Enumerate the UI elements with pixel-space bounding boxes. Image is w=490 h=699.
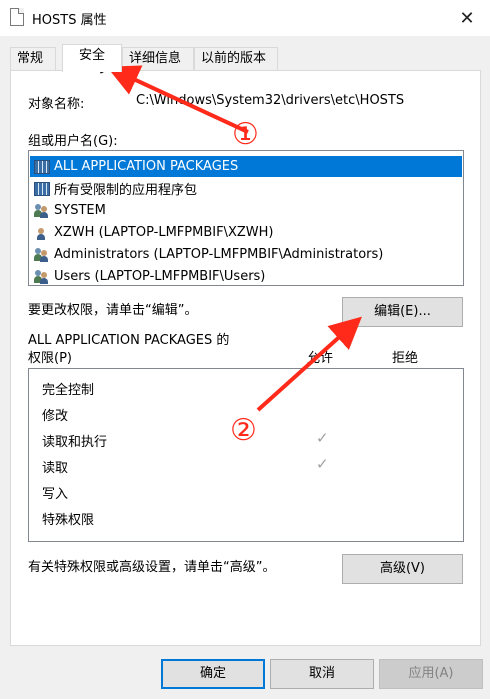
- permissions-title: ALL APPLICATION PACKAGES 的: [28, 333, 230, 348]
- list-item-label: Administrators (LAPTOP-LMFPMBIF\Administ…: [54, 247, 384, 262]
- window-title: HOSTS 属性: [32, 13, 107, 28]
- group-users-label: 组或用户名(G):: [28, 134, 118, 149]
- change-permissions-hint: 要更改权限，请单击“编辑”。: [28, 303, 198, 318]
- tab-general[interactable]: 常规: [10, 47, 56, 71]
- tab-previous-versions[interactable]: 以前的版本: [194, 47, 278, 71]
- tab-details[interactable]: 详细信息: [122, 47, 194, 71]
- edit-button[interactable]: 编辑(E)...: [342, 297, 463, 327]
- list-item[interactable]: ALL APPLICATION PACKAGES: [30, 156, 462, 177]
- file-icon: [10, 8, 24, 26]
- tab-security[interactable]: 安全: [62, 44, 122, 72]
- package-icon: [34, 159, 50, 174]
- permission-row: 特殊权限: [29, 505, 463, 531]
- list-item[interactable]: Users (LAPTOP-LMFPMBIF\Users): [30, 266, 462, 285]
- users-listbox[interactable]: ALL APPLICATION PACKAGES 所有受限制的应用程序包 SYS…: [28, 150, 464, 286]
- permission-name: 修改: [42, 409, 69, 424]
- permissions-list: 完全控制 修改 读取和执行 ✓ 读取 ✓ 写入 特殊权限: [28, 368, 464, 542]
- close-icon: ✕: [459, 7, 475, 29]
- allow-check-icon: ✓: [316, 455, 329, 473]
- ok-button[interactable]: 确定: [161, 659, 265, 689]
- users-icon: [34, 203, 50, 218]
- list-item-label: XZWH (LAPTOP-LMFPMBIF\XZWH): [54, 225, 274, 240]
- apply-button[interactable]: 应用(A): [379, 659, 483, 689]
- package-icon: [34, 181, 50, 196]
- users-icon: [34, 247, 50, 262]
- list-item[interactable]: 所有受限制的应用程序包: [30, 178, 462, 199]
- permission-name: 完全控制: [42, 383, 95, 398]
- list-item[interactable]: SYSTEM: [30, 200, 462, 221]
- cancel-button[interactable]: 取消: [270, 659, 374, 689]
- permission-row: 读取 ✓: [29, 453, 463, 479]
- user-icon: [34, 226, 50, 240]
- title-bar: HOSTS 属性 ✕: [0, 0, 490, 36]
- permission-row: 读取和执行 ✓: [29, 427, 463, 453]
- permission-name: 读取: [42, 461, 69, 476]
- permission-name: 写入: [42, 487, 69, 502]
- users-icon: [34, 269, 50, 284]
- list-item-label: SYSTEM: [54, 203, 106, 218]
- close-button[interactable]: ✕: [444, 0, 490, 36]
- permission-name: 特殊权限: [42, 513, 95, 528]
- deny-column-header: 拒绝: [392, 351, 419, 366]
- permission-row: 修改: [29, 401, 463, 427]
- object-name-label: 对象名称:: [28, 97, 85, 112]
- advanced-hint: 有关特殊权限或高级设置，请单击“高级”。: [28, 560, 276, 575]
- permission-row: 完全控制: [29, 375, 463, 401]
- allow-column-header: 允许: [307, 351, 334, 366]
- list-item[interactable]: Administrators (LAPTOP-LMFPMBIF\Administ…: [30, 244, 462, 265]
- advanced-button[interactable]: 高级(V): [342, 554, 463, 584]
- permissions-label: 权限(P): [28, 351, 72, 366]
- list-item-label: ALL APPLICATION PACKAGES: [54, 159, 239, 174]
- list-item[interactable]: XZWH (LAPTOP-LMFPMBIF\XZWH): [30, 222, 462, 243]
- object-name-value: C:\Windows\System32\drivers\etc\HOSTS: [136, 93, 405, 108]
- list-item-label: 所有受限制的应用程序包: [54, 183, 198, 198]
- permission-row: 写入: [29, 479, 463, 505]
- list-item-label: Users (LAPTOP-LMFPMBIF\Users): [54, 269, 266, 284]
- permission-name: 读取和执行: [42, 435, 108, 450]
- allow-check-icon: ✓: [316, 429, 329, 447]
